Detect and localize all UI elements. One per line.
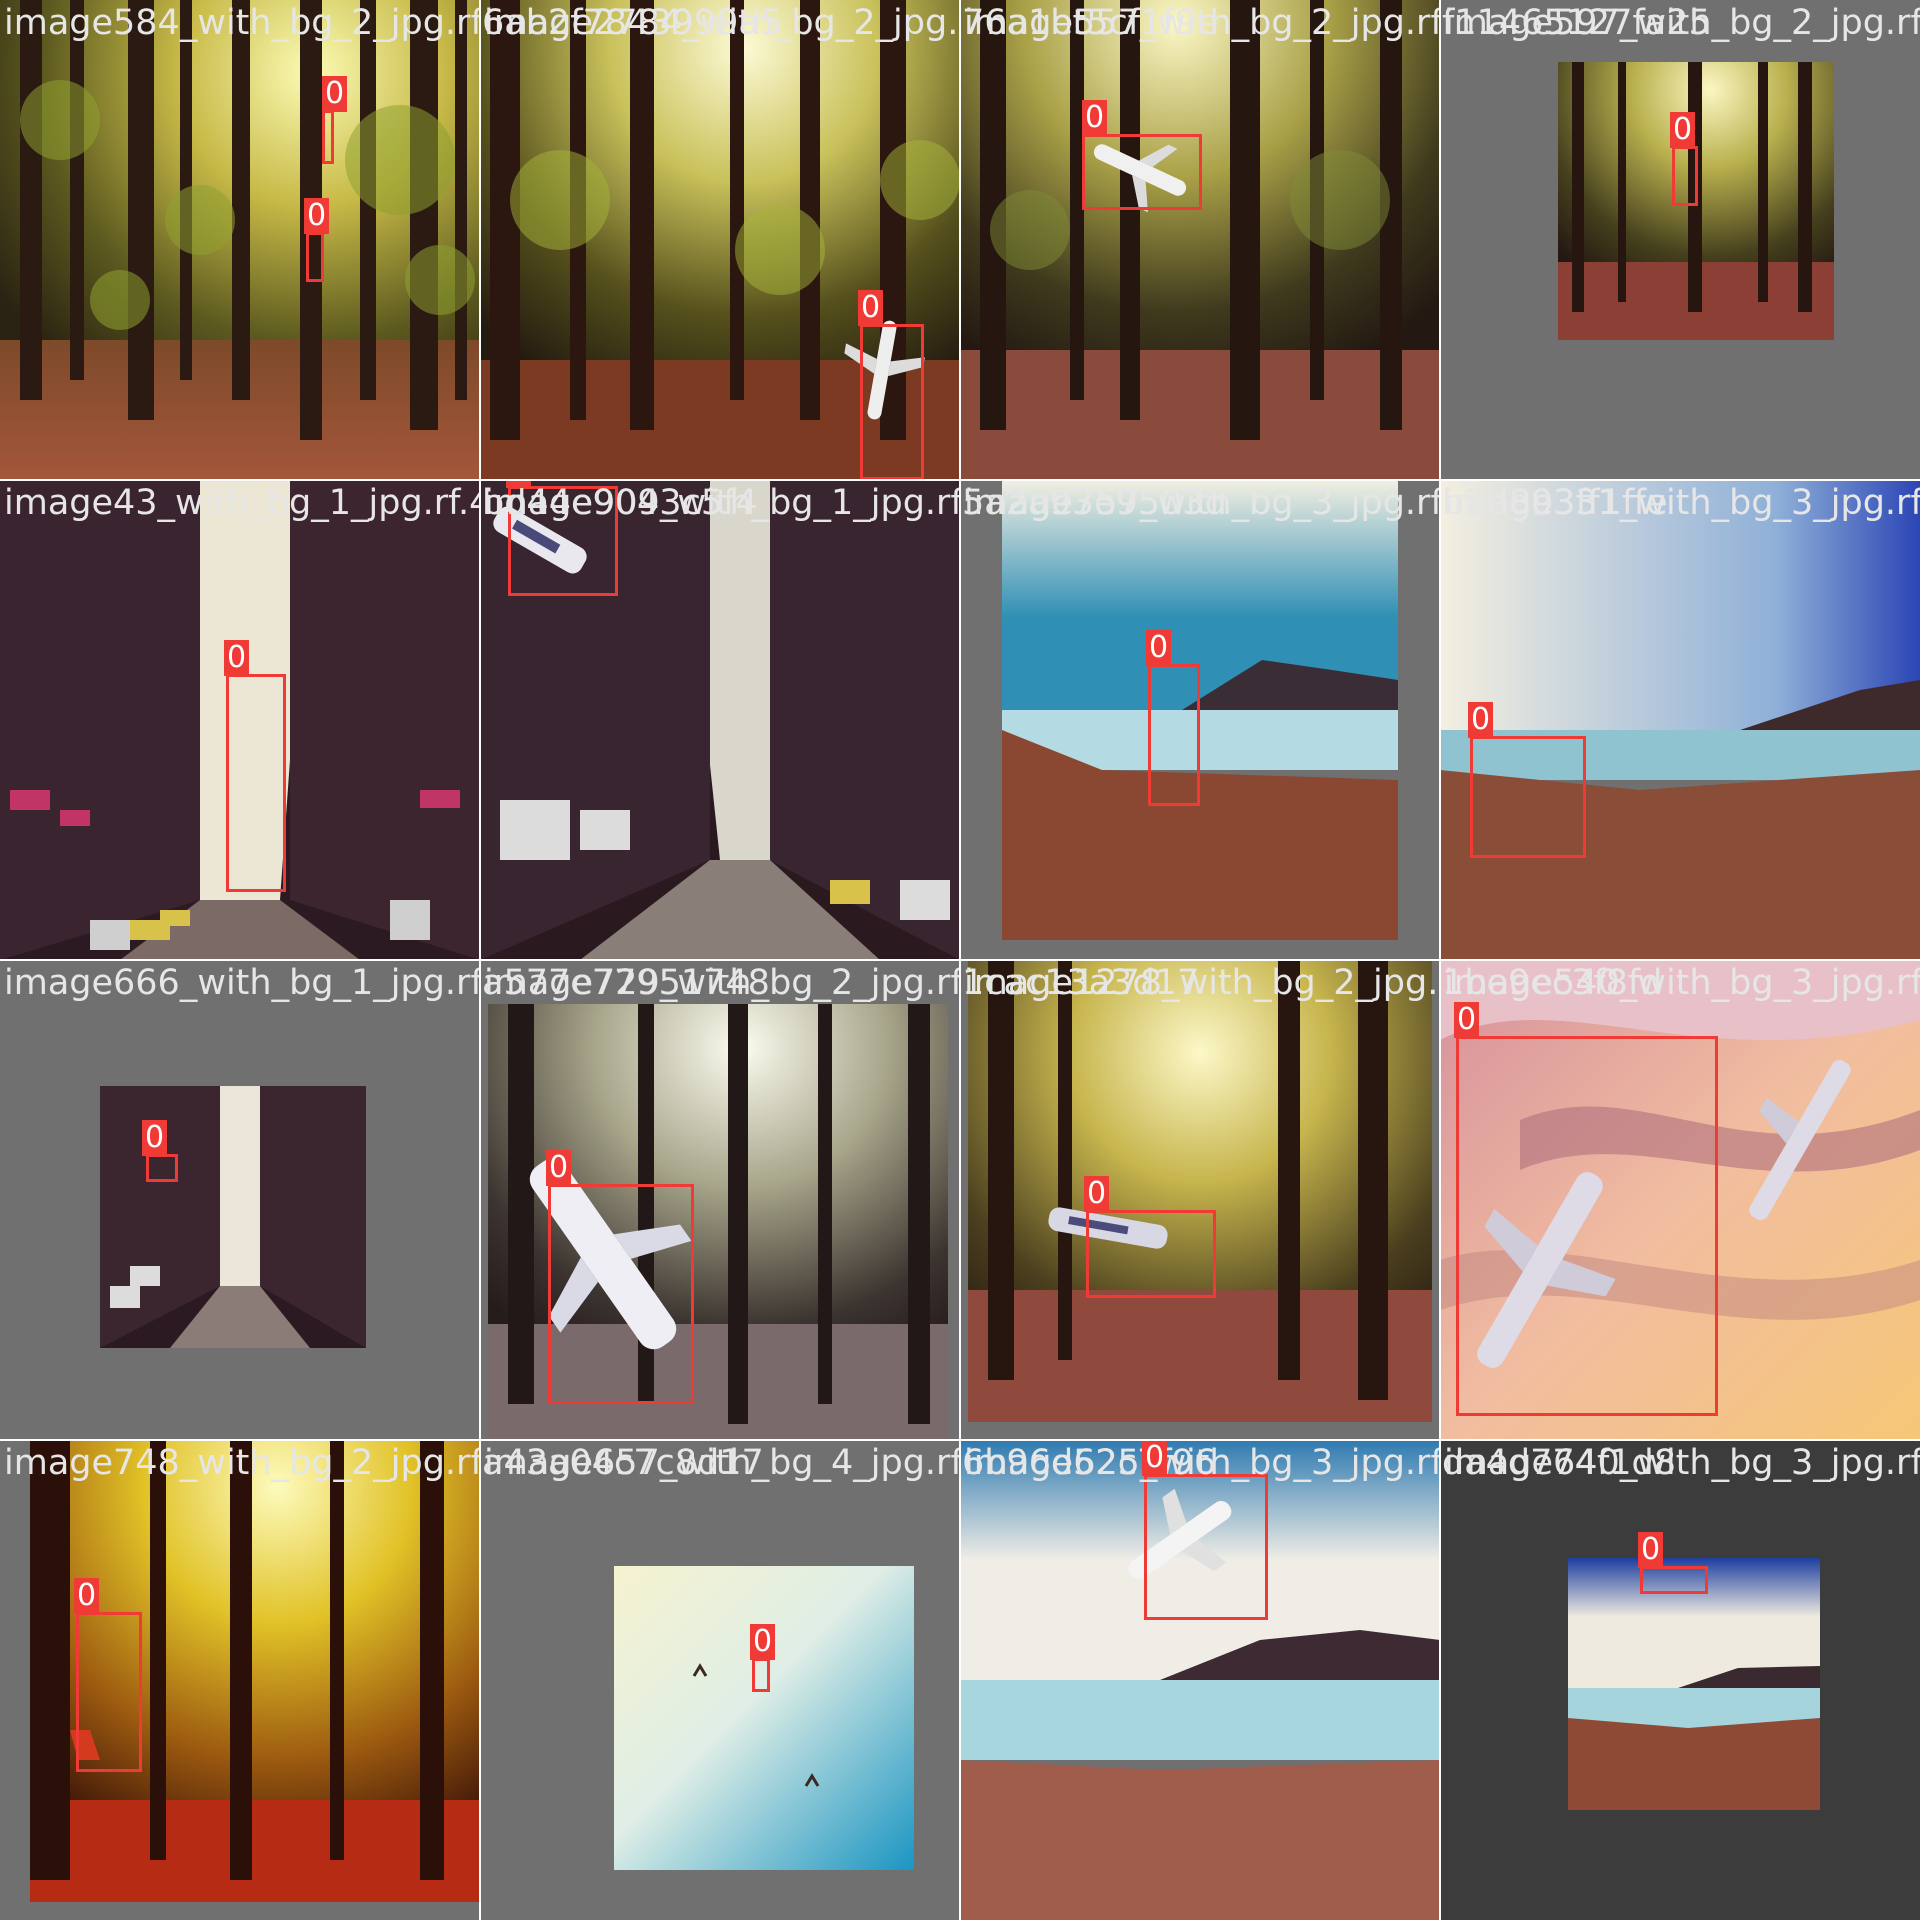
tile-9: image666_with_bg_1_jpg.rf. 0 xyxy=(0,960,480,1440)
class-label: 0 xyxy=(1082,100,1108,136)
tile-12: image540_with_bg_3_jpg.rf. 1be9ec3f8fd 0 xyxy=(1440,960,1920,1440)
tile-15: image525_with_bg_3_jpg.rf. 6b96d62c7f96 … xyxy=(960,1440,1440,1920)
tile-overlay-label: da4d774f1d8 xyxy=(1442,1443,1677,1483)
detection-mosaic: image584_with_bg_2_jpg.rf. 0 0 image2784… xyxy=(0,0,1920,1920)
detection-box xyxy=(226,674,286,892)
detection-box xyxy=(1086,1210,1216,1298)
tile-1: image584_with_bg_2_jpg.rf. 0 0 xyxy=(0,0,480,480)
class-label: 0 xyxy=(1146,630,1172,666)
detection-box xyxy=(76,1612,142,1772)
tile-7: image757_with_bg_3_jpg.rf. 5a2a93e9503d … xyxy=(960,480,1440,960)
class-label: 0 xyxy=(1454,1002,1480,1038)
class-label: 0 xyxy=(74,1578,100,1614)
tile-overlay-label: f11465127fa25 xyxy=(1442,3,1711,43)
class-label: 0 xyxy=(142,1120,168,1156)
tile-4: image597_with_bg_2_jpg.rf. f11465127fa25… xyxy=(1440,0,1920,480)
class-label: 0 xyxy=(858,290,884,326)
detection-box xyxy=(1082,134,1202,210)
detection-box xyxy=(548,1184,694,1404)
tile-10: image729_with_bg_2_jpg.rf.0 a577e7795174… xyxy=(480,960,960,1440)
detection-box xyxy=(322,110,334,164)
city-street-photo xyxy=(100,1086,366,1348)
detection-box xyxy=(1456,1036,1718,1416)
tile-label: image666_with_bg_1_jpg.rf. xyxy=(4,963,480,1003)
tile-11: image1278_with_bg_2_jpg.rf.1 1cac13a3d17… xyxy=(960,960,1440,1440)
class-label: 0 xyxy=(1142,1440,1168,1476)
tile-label: image640_with_bg_3_jpg.rf. xyxy=(1444,1443,1920,1483)
class-label: 0 xyxy=(1638,1532,1664,1568)
tile-overlay-label: a43a04c7c8d17 xyxy=(482,1443,764,1483)
class-label: 0 xyxy=(224,640,250,676)
tile-label: image597_with_bg_2_jpg.rf. xyxy=(1444,3,1920,43)
detection-box xyxy=(1148,664,1200,806)
grid-divider xyxy=(0,479,1920,481)
class-label: 0 xyxy=(1468,702,1494,738)
river-landscape-photo xyxy=(1002,480,1398,940)
detection-box xyxy=(508,486,618,596)
river-landscape-photo xyxy=(1440,480,1920,960)
grid-divider xyxy=(0,1439,1920,1441)
class-label: 0 xyxy=(506,480,532,488)
detection-box xyxy=(860,324,924,480)
class-label: 0 xyxy=(322,76,348,112)
class-label: 0 xyxy=(1670,112,1696,148)
tile-5: image43_with_bg_1_jpg.rf.4 0 xyxy=(0,480,480,960)
tile-13: image748_with_bg_2_jpg.rf. 0 xyxy=(0,1440,480,1920)
detection-box xyxy=(1144,1474,1268,1620)
tile-label: image729_with_bg_2_jpg.rf.0 xyxy=(484,963,960,1003)
forest-photo xyxy=(0,0,480,480)
class-label: 0 xyxy=(546,1150,572,1186)
tile-label: image657_with_bg_4_jpg.rf. xyxy=(484,1443,960,1483)
forest-photo xyxy=(960,0,1440,480)
detection-box xyxy=(146,1154,178,1182)
tile-16: image640_with_bg_3_jpg.rf. da4d774f1d8 0 xyxy=(1440,1440,1920,1920)
detection-box xyxy=(1470,736,1586,858)
detection-box xyxy=(1640,1566,1708,1594)
tile-overlay-label: a577e77951748 xyxy=(482,963,770,1003)
class-label: 0 xyxy=(304,198,330,234)
tile-3: image557_with_bg_2_jpg.rf. 76a1bt5cf1f9e… xyxy=(960,0,1440,480)
class-label: 0 xyxy=(1084,1176,1110,1212)
detection-box xyxy=(1672,146,1698,206)
tile-8: image331_with_bg_3_jpg.rf. b2d893ff1ffe … xyxy=(1440,480,1920,960)
sky-photo xyxy=(614,1566,914,1870)
river-landscape-photo xyxy=(1568,1558,1820,1810)
detection-box xyxy=(752,1658,770,1692)
detection-box xyxy=(306,232,324,282)
class-label: 0 xyxy=(750,1624,776,1660)
tile-2: image2784_with_bg_2_jpg.rf. 6ab2f7843999… xyxy=(480,0,960,480)
tile-14: image657_with_bg_4_jpg.rf. a43a04c7c8d17… xyxy=(480,1440,960,1920)
tile-6: image909_with_bg_1_jpg.rf. bd44e9043c5f4… xyxy=(480,480,960,960)
grid-divider xyxy=(0,959,1920,961)
forest-photo xyxy=(968,960,1432,1422)
